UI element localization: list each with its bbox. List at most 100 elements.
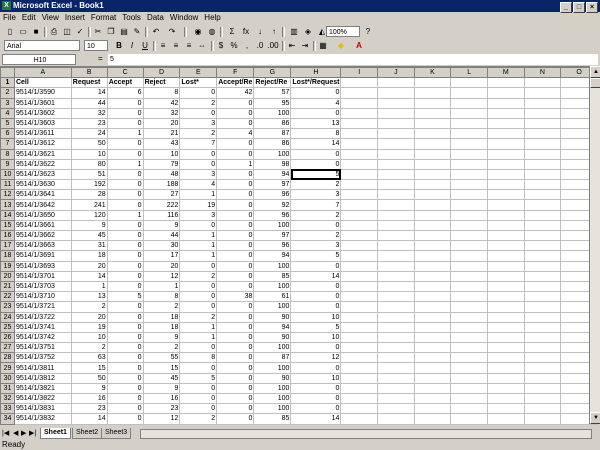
data-cell[interactable]: 0	[216, 301, 255, 313]
data-cell[interactable]: 100	[253, 362, 292, 374]
cell[interactable]	[450, 260, 488, 272]
data-cell[interactable]: 1	[106, 128, 144, 140]
cell[interactable]	[340, 148, 379, 160]
cell[interactable]	[413, 117, 452, 130]
data-cell[interactable]: 9514/1/3703	[13, 280, 72, 293]
header-cell[interactable]: Lost*/Request	[290, 77, 342, 89]
data-cell[interactable]: 9514/1/3741	[13, 321, 72, 333]
cell[interactable]	[486, 372, 525, 384]
cell[interactable]	[486, 403, 525, 415]
cell[interactable]	[413, 342, 452, 354]
data-cell[interactable]: 192	[70, 179, 108, 191]
data-cell[interactable]: 0	[216, 382, 255, 395]
data-cell[interactable]: 48	[142, 168, 181, 181]
cell[interactable]	[486, 219, 525, 232]
data-cell[interactable]: 9514/1/3821	[13, 382, 72, 395]
data-cell[interactable]: 0	[179, 219, 218, 232]
function-icon[interactable]: fx	[240, 26, 252, 38]
data-cell[interactable]: 0	[290, 392, 342, 405]
sort-asc-icon[interactable]: ↓	[254, 26, 266, 38]
data-cell[interactable]: 5	[179, 372, 218, 384]
row-header[interactable]: 22	[0, 291, 15, 303]
data-cell[interactable]: 0	[106, 403, 144, 415]
data-cell[interactable]: 9514/1/3641	[13, 189, 72, 201]
cell[interactable]	[377, 301, 415, 313]
data-cell[interactable]: 9514/1/3722	[13, 311, 72, 323]
cell[interactable]	[450, 107, 488, 119]
preview-icon[interactable]: ◫	[61, 26, 73, 38]
data-cell[interactable]: 0	[216, 229, 255, 242]
data-cell[interactable]: 9514/1/3663	[13, 240, 72, 252]
data-cell[interactable]: 0	[216, 117, 255, 130]
row-header[interactable]: 7	[0, 138, 15, 150]
cell[interactable]	[377, 138, 415, 150]
data-cell[interactable]: 42	[216, 87, 255, 99]
data-cell[interactable]: 0	[290, 280, 342, 293]
cell[interactable]	[450, 209, 488, 221]
data-cell[interactable]: 0	[290, 148, 342, 160]
data-cell[interactable]: 0	[106, 189, 144, 201]
data-cell[interactable]: 0	[290, 87, 342, 99]
vertical-scrollbar[interactable]: ▲ ▼	[589, 66, 600, 424]
cell[interactable]	[523, 321, 562, 333]
cell[interactable]	[413, 158, 452, 170]
header-cell[interactable]: Cell	[13, 77, 72, 89]
column-header[interactable]: L	[450, 67, 488, 79]
data-cell[interactable]: 30	[142, 240, 181, 252]
row-header[interactable]: 16	[0, 229, 15, 242]
data-cell[interactable]: 0	[106, 413, 144, 425]
data-cell[interactable]: 0	[106, 240, 144, 252]
data-cell[interactable]: 9514/1/3833	[13, 423, 72, 425]
scroll-thumb[interactable]	[590, 78, 600, 88]
data-cell[interactable]: 10	[70, 148, 108, 160]
menu-help[interactable]: Help	[201, 12, 223, 24]
cell[interactable]	[450, 403, 488, 415]
data-cell[interactable]: 0	[216, 179, 255, 191]
data-cell[interactable]: 63	[70, 352, 108, 364]
cell[interactable]	[413, 107, 452, 119]
cell[interactable]	[377, 423, 415, 425]
cell[interactable]	[377, 107, 415, 119]
data-cell[interactable]: 9514/1/3661	[13, 219, 72, 232]
data-cell[interactable]: 14	[290, 413, 342, 425]
web-icon[interactable]: ◍	[206, 26, 218, 38]
data-cell[interactable]: 9514/1/3622	[13, 158, 72, 170]
data-cell[interactable]: 116	[142, 209, 181, 221]
data-cell[interactable]: 10	[70, 331, 108, 344]
row-header[interactable]: 5	[0, 117, 15, 130]
cell[interactable]	[340, 413, 379, 425]
cell[interactable]	[486, 189, 525, 201]
cell[interactable]	[523, 148, 562, 160]
row-header[interactable]: 10	[0, 168, 15, 181]
menu-edit[interactable]: Edit	[19, 12, 39, 24]
cell[interactable]	[340, 331, 379, 344]
cell[interactable]	[413, 209, 452, 221]
cell[interactable]	[450, 128, 488, 140]
cell[interactable]	[486, 413, 525, 425]
cell[interactable]	[413, 87, 452, 99]
cell[interactable]	[486, 107, 525, 119]
cell[interactable]	[486, 362, 525, 374]
row-header[interactable]: 18	[0, 250, 15, 262]
data-cell[interactable]: 1	[179, 240, 218, 252]
row-header[interactable]: 8	[0, 148, 15, 160]
data-cell[interactable]: 9514/1/3832	[13, 413, 72, 425]
data-cell[interactable]: 2	[179, 128, 218, 140]
zoom-select[interactable]: 100%	[326, 26, 360, 37]
data-cell[interactable]: 0	[216, 362, 255, 374]
cell[interactable]	[377, 179, 415, 191]
data-cell[interactable]: 50	[70, 372, 108, 384]
data-cell[interactable]: 0	[216, 331, 255, 344]
data-cell[interactable]: 0	[216, 209, 255, 221]
row-header[interactable]: 26	[0, 331, 15, 344]
cell[interactable]	[413, 250, 452, 262]
data-cell[interactable]: 3	[179, 117, 218, 130]
data-cell[interactable]: 0	[216, 260, 255, 272]
cell[interactable]	[450, 280, 488, 293]
cell[interactable]	[340, 362, 379, 374]
data-cell[interactable]: 0	[106, 372, 144, 384]
data-cell[interactable]: 7	[179, 138, 218, 150]
cell[interactable]	[523, 158, 562, 170]
cell[interactable]	[377, 260, 415, 272]
row-header[interactable]: 24	[0, 311, 15, 323]
